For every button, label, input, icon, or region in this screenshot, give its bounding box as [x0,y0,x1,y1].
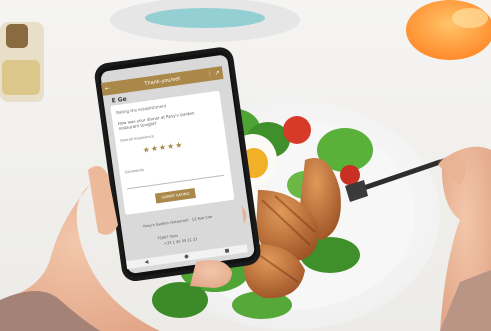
tomato [283,116,311,144]
juice-highlight [452,8,488,28]
tomato [340,165,360,185]
share-icon[interactable]: ↗ [214,69,220,77]
rating-label: Overall experience [119,134,155,143]
restaurant-photo [0,0,491,331]
nav-recent-icon[interactable]: ■ [224,248,230,255]
rating-app: ← Thank-you/eet ⋮ ↗ E Ge Rating the esta… [101,66,248,270]
menu-icon[interactable]: ⋮ [206,69,213,77]
jar-content [2,60,40,95]
restaurant-address: Rosy's Garden restaurant · 12 Rue Cler [143,214,213,229]
photo-scene: ← Thank-you/eet ⋮ ↗ E Ge Rating the esta… [0,0,491,331]
comment-input[interactable] [125,162,225,190]
submit-button[interactable]: SUBMIT RATING [154,188,196,204]
nav-home-icon[interactable]: ● [184,254,189,261]
app-title: Thank-you/eet [144,75,181,87]
orange-juice-glass [406,0,491,60]
rating-card: Rating the establishment How was your di… [110,90,235,215]
card-headline: Rating the establishment [115,103,167,116]
star-rating[interactable]: ★★★★★ [142,140,184,155]
back-arrow-icon[interactable]: ← [104,85,110,93]
bowl-rim [145,8,265,28]
jar-lid [6,24,28,48]
nav-back-icon[interactable]: ◀ [144,259,149,265]
